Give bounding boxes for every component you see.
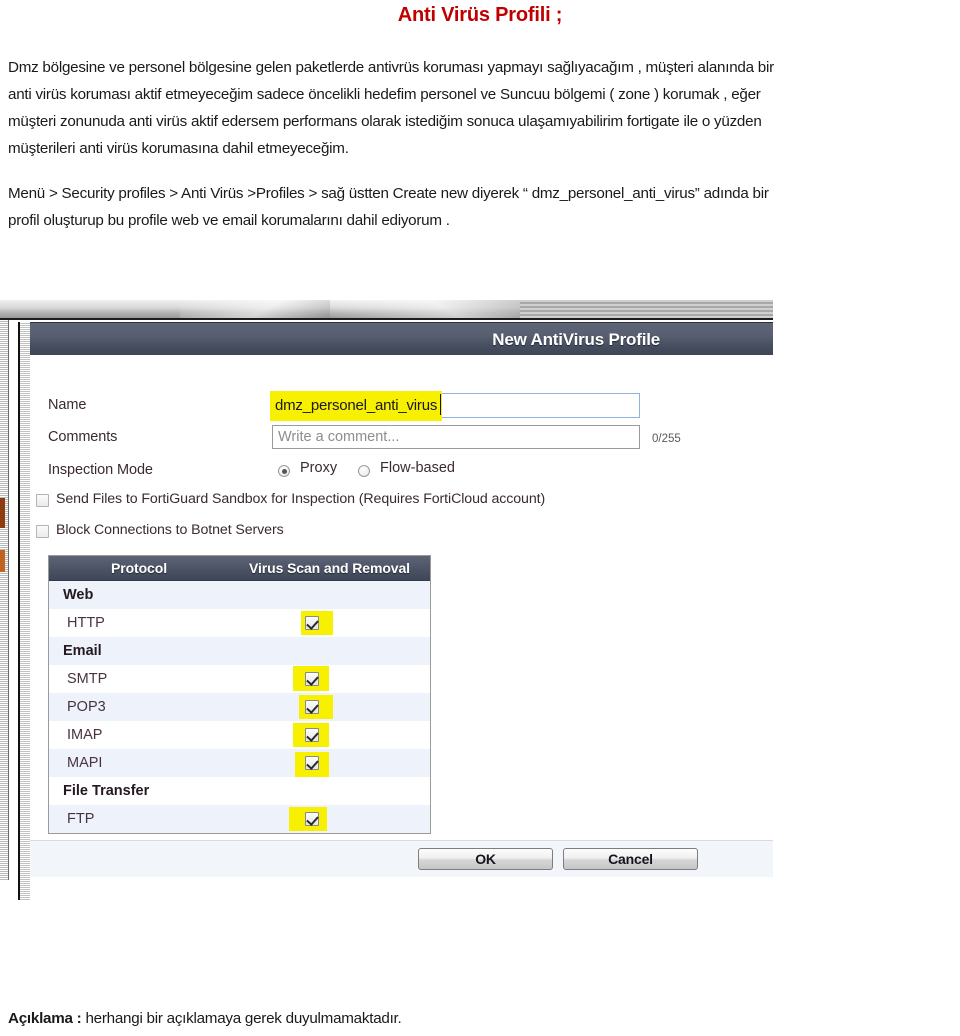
document-body: Dmz bölgesine ve personel bölgesine gele… <box>8 54 956 234</box>
checkbox-scan-http[interactable] <box>305 616 319 630</box>
checkbox-scan-smtp[interactable] <box>305 672 319 686</box>
ok-button[interactable]: OK <box>418 848 553 870</box>
dialog-title: New AntiVirus Profile <box>492 330 660 349</box>
scan-cell <box>229 693 430 721</box>
table-row: FTP <box>49 805 430 833</box>
table-row: Web <box>49 581 430 609</box>
dialog-titlebar: New AntiVirus Profile <box>30 322 773 356</box>
explanation-label: Açıklama : <box>8 1010 82 1027</box>
window-chrome-strip <box>0 300 773 320</box>
radio-flow-based[interactable] <box>358 465 370 477</box>
radio-proxy[interactable] <box>278 465 290 477</box>
checkbox-send-files-sandbox-label: Send Files to FortiGuard Sandbox for Ins… <box>56 491 546 507</box>
page-title: Anti Virüs Profili ; <box>397 4 563 26</box>
protocol-table-header: Protocol Virus Scan and Removal <box>49 556 430 581</box>
protocol-name: MAPI <box>67 755 103 771</box>
cancel-button[interactable]: Cancel <box>563 848 698 870</box>
protocol-name: File Transfer <box>63 783 150 799</box>
paragraph-line: müşterileri anti virüs korumasına dahil … <box>8 140 349 157</box>
paragraph-line: anti virüs koruması aktif etmeyeceğim sa… <box>8 86 761 103</box>
protocol-name: HTTP <box>67 615 105 631</box>
table-row: File Transfer <box>49 777 430 805</box>
checkbox-scan-imap[interactable] <box>305 728 319 742</box>
menu-path-line: Menü > Security profiles > Anti Virüs >P… <box>8 185 769 202</box>
dialog-footer: OK Cancel <box>30 840 773 877</box>
table-row: IMAP <box>49 721 430 749</box>
scan-cell <box>229 665 430 693</box>
protocol-name: SMTP <box>67 671 108 687</box>
name-input-value: dmz_personel_anti_virus <box>275 397 438 414</box>
menu-path-line: profil oluşturup bu profile web ve email… <box>8 212 450 229</box>
table-row: SMTP <box>49 665 430 693</box>
protocol-name: IMAP <box>67 727 103 743</box>
checkbox-send-files-sandbox[interactable] <box>36 494 49 507</box>
checkbox-scan-pop3[interactable] <box>305 700 319 714</box>
table-row: MAPI <box>49 749 430 777</box>
protocol-name: Email <box>63 643 102 659</box>
explanation-footer: Açıklama : herhangi bir açıklamaya gerek… <box>8 1010 402 1027</box>
comments-label: Comments <box>48 429 118 445</box>
table-row: Email <box>49 637 430 665</box>
checkbox-block-botnet-label: Block Connections to Botnet Servers <box>56 522 284 538</box>
embedded-screenshot: New AntiVirus Profile Name dmz_personel_… <box>0 300 790 910</box>
paragraph-line: Dmz bölgesine ve personel bölgesine gele… <box>8 59 774 76</box>
protocol-table: Protocol Virus Scan and Removal Web HTTP… <box>48 555 431 834</box>
scan-cell <box>229 637 430 665</box>
protocol-name: FTP <box>67 811 95 827</box>
left-nav-strip <box>0 320 9 880</box>
radio-proxy-label: Proxy <box>300 460 338 476</box>
column-header-virus-scan: Virus Scan and Removal <box>249 560 410 576</box>
comments-counter: 0/255 <box>652 433 681 445</box>
protocol-name: POP3 <box>67 699 106 715</box>
chrome-facet <box>330 300 520 320</box>
scan-cell <box>229 721 430 749</box>
dialog-body: Name dmz_personel_anti_virus Comments Wr… <box>30 355 773 840</box>
checkbox-block-botnet[interactable] <box>36 525 49 538</box>
scan-cell <box>229 609 430 637</box>
chrome-facet <box>520 300 773 320</box>
paragraph-line: müşteri zonunuda anti virüs aktif ederse… <box>8 113 762 130</box>
nav-accent <box>0 498 5 528</box>
checkbox-scan-mapi[interactable] <box>305 756 319 770</box>
scan-cell <box>229 581 430 609</box>
chrome-divider <box>0 318 773 320</box>
table-row: HTTP <box>49 609 430 637</box>
protocol-name: Web <box>63 587 94 603</box>
text-caret <box>440 394 441 415</box>
comments-placeholder: Write a comment... <box>278 429 400 445</box>
column-header-protocol: Protocol <box>111 560 167 576</box>
scan-cell <box>229 805 430 833</box>
new-antivirus-profile-dialog: New AntiVirus Profile Name dmz_personel_… <box>30 322 773 900</box>
scan-cell <box>229 749 430 777</box>
radio-flow-based-label: Flow-based <box>380 460 455 476</box>
inspection-mode-label: Inspection Mode <box>48 462 153 478</box>
nav-accent <box>0 550 5 572</box>
chrome-facet <box>180 300 330 320</box>
scan-cell <box>229 777 430 805</box>
explanation-text: herhangi bir açıklamaya gerek duyulmamak… <box>81 1010 402 1027</box>
checkbox-scan-ftp[interactable] <box>305 812 319 826</box>
name-label: Name <box>48 397 87 413</box>
table-row: POP3 <box>49 693 430 721</box>
